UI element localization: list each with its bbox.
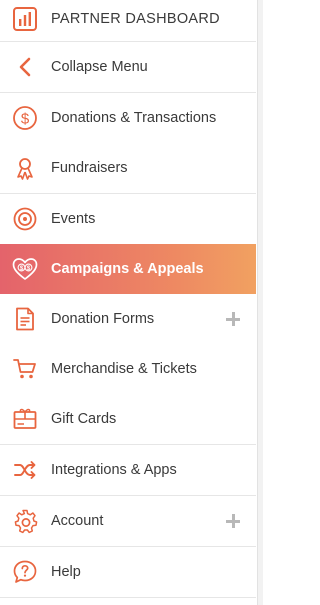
sidebar-item-help[interactable]: Help (0, 547, 256, 597)
target-icon (12, 206, 38, 232)
sidebar-item-gift-cards[interactable]: Gift Cards (0, 394, 256, 444)
shuffle-icon (12, 457, 38, 483)
sidebar-item-label: Merchandise & Tickets (51, 361, 197, 377)
expand-plus-icon[interactable] (226, 514, 240, 528)
sidebar-nav: PARTNER DASHBOARD Collapse Menu $ Donati… (0, 0, 258, 605)
sidebar-item-label: Donation Forms (51, 311, 155, 327)
collapse-menu-button[interactable]: Collapse Menu (0, 42, 256, 92)
sidebar-item-label: Gift Cards (51, 411, 117, 427)
expand-plus-icon[interactable] (226, 312, 240, 326)
sidebar-item-label: Help (51, 564, 81, 580)
sidebar-item-label: Campaigns & Appeals (51, 261, 204, 277)
bar-chart-icon (12, 6, 38, 32)
sidebar-item-label: Events (51, 211, 96, 227)
sidebar-item-account[interactable]: Account (0, 496, 256, 546)
sidebar-item-label: PARTNER DASHBOARD (51, 11, 220, 27)
sidebar-item-merchandise-tickets[interactable]: Merchandise & Tickets (0, 344, 256, 394)
heart-dollar-icon: $ $ (12, 256, 38, 282)
cart-icon (12, 356, 38, 382)
sidebar-item-donation-forms[interactable]: Donation Forms (0, 294, 256, 344)
scrollbar-track[interactable] (258, 0, 263, 605)
sidebar-item-donations-transactions[interactable]: $ Donations & Transactions (0, 93, 256, 143)
chevron-left-icon (12, 54, 38, 80)
dollar-circle-icon: $ (12, 105, 38, 131)
sidebar-item-label: Donations & Transactions (51, 110, 217, 126)
sidebar-item-campaigns-appeals[interactable]: $ $ Campaigns & Appeals (0, 244, 256, 294)
sidebar-item-label: Collapse Menu (51, 59, 148, 75)
sidebar-item-label: Fundraisers (51, 160, 128, 176)
sidebar-item-events[interactable]: Events (0, 194, 256, 244)
help-icon (12, 559, 38, 585)
sidebar-item-fundraisers[interactable]: Fundraisers (0, 143, 256, 193)
gear-icon (12, 508, 38, 534)
sidebar-item-integrations-apps[interactable]: Integrations & Apps (0, 445, 256, 495)
sidebar-item-label: Account (51, 513, 104, 529)
divider (0, 597, 256, 598)
ribbon-icon (12, 155, 38, 181)
sidebar-item-label: Integrations & Apps (51, 462, 177, 478)
gift-card-icon (12, 406, 38, 432)
document-icon (12, 306, 38, 332)
sidebar-item-partner-dashboard[interactable]: PARTNER DASHBOARD (0, 0, 256, 38)
svg-text:$: $ (21, 111, 30, 128)
